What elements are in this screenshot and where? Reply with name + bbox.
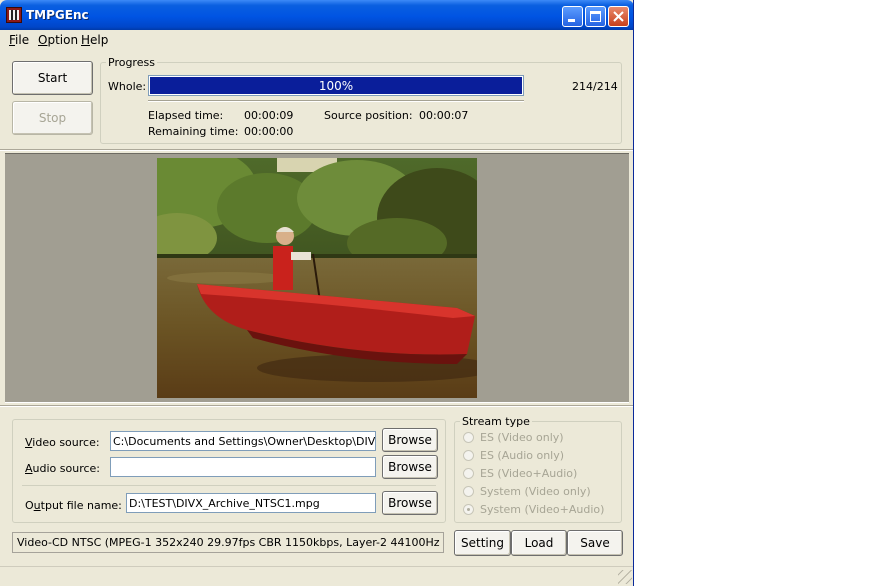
audio-browse-button[interactable]: Browse (382, 455, 438, 479)
progress-divider (148, 100, 524, 102)
source-divider (22, 485, 436, 486)
stop-button[interactable]: Stop (12, 101, 93, 135)
radio-es-audio-only-label: ES (Audio only) (480, 449, 565, 462)
minimize-button[interactable] (562, 6, 583, 27)
save-button[interactable]: Save (567, 530, 623, 556)
setting-button[interactable]: Setting (454, 530, 511, 556)
menu-help[interactable]: Help (81, 33, 108, 47)
stream-type-label: Stream type (460, 415, 532, 428)
radio-system-video-audio[interactable] (463, 504, 474, 515)
frame-counter: 214/214 (572, 80, 618, 93)
separator-bottom (0, 405, 633, 407)
close-icon (613, 11, 624, 22)
remaining-time-value: 00:00:00 (244, 125, 294, 138)
video-browse-button[interactable]: Browse (382, 428, 438, 452)
remaining-time-label: Remaining time: (148, 125, 239, 138)
start-button[interactable]: Start (12, 61, 93, 95)
audio-source-field[interactable] (110, 457, 376, 477)
output-browse-button[interactable]: Browse (382, 491, 438, 515)
output-file-label: Output file name: (25, 499, 122, 512)
radio-es-audio-only[interactable] (463, 450, 474, 461)
maximize-icon (590, 11, 601, 22)
format-status-text: Video-CD NTSC (MPEG-1 352x240 29.97fps C… (12, 532, 444, 553)
radio-es-video-only[interactable] (463, 432, 474, 443)
progress-group-label: Progress (106, 56, 157, 69)
menu-file[interactable]: File (9, 33, 29, 47)
elapsed-time-value: 00:00:09 (244, 109, 294, 122)
window-title: TMPGEnc (26, 8, 89, 22)
video-preview (157, 158, 477, 398)
menu-option[interactable]: Option (38, 33, 78, 47)
close-button[interactable] (608, 6, 629, 27)
audio-source-label: Audio source: (25, 462, 101, 475)
radio-system-video-only-label: System (Video only) (480, 485, 591, 498)
radio-es-video-audio-label: ES (Video+Audio) (480, 467, 578, 480)
output-file-field[interactable]: D:\TEST\DIVX_Archive_NTSC1.mpg (126, 493, 376, 513)
film-clapper-icon (6, 7, 22, 23)
video-source-label: Video source: (25, 436, 100, 449)
progress-percent: 100% (318, 79, 354, 93)
radio-system-video-audio-label: System (Video+Audio) (480, 503, 605, 516)
radio-es-video-only-label: ES (Video only) (480, 431, 564, 444)
radio-es-video-audio[interactable] (463, 468, 474, 479)
elapsed-time-label: Elapsed time: (148, 109, 224, 122)
minimize-icon (568, 19, 575, 22)
source-position-value: 00:00:07 (419, 109, 469, 122)
video-source-field[interactable]: C:\Documents and Settings\Owner\Desktop\… (110, 431, 376, 451)
status-bar (0, 566, 633, 586)
whole-progress-bar: 100% (148, 75, 524, 96)
source-position-label: Source position: (324, 109, 413, 122)
title-bar[interactable]: TMPGEnc (0, 0, 633, 30)
separator-top (0, 149, 633, 151)
resize-grip-icon[interactable] (618, 570, 632, 584)
canoe-scene-image (157, 158, 477, 398)
maximize-button[interactable] (585, 6, 606, 27)
load-button[interactable]: Load (511, 530, 567, 556)
app-window: TMPGEnc File Option Help Start Stop Prog… (0, 0, 634, 586)
radio-system-video-only[interactable] (463, 486, 474, 497)
whole-label: Whole: (108, 80, 147, 93)
